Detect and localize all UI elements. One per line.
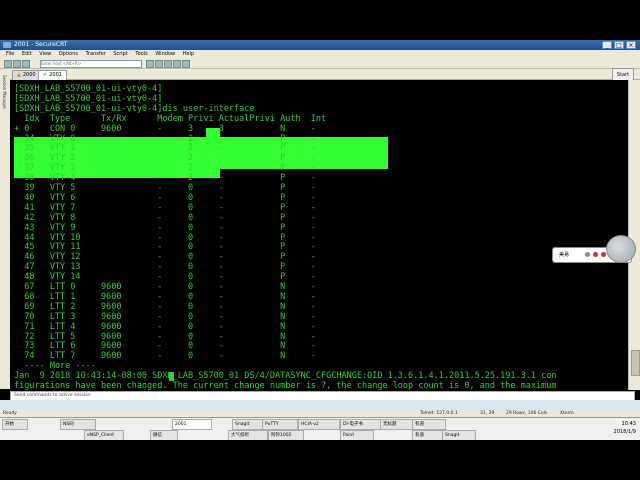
terminal-line: 44 VTY 10 - 0 - P - <box>14 232 316 243</box>
terminal-line: 36 VTY 2 - 2 - P - <box>14 153 316 164</box>
heart-icon[interactable] <box>601 252 606 257</box>
terminal-line: 69 LTT 2 9600 - 0 - N - <box>14 301 316 312</box>
menu-file[interactable]: File <box>6 51 14 57</box>
menu-edit[interactable]: Edit <box>22 51 32 57</box>
menu-tools[interactable]: Tools <box>135 51 147 57</box>
terminal-output[interactable]: [SDXH_LAB_S5700_01-ui-vty0-4] [SDXH_LAB_S… <box>10 80 628 390</box>
terminal-line: 68 LTT 1 9600 - 0 - N - <box>14 291 316 302</box>
pen-icon[interactable] <box>585 252 590 257</box>
menu-options[interactable]: Options <box>59 51 78 57</box>
tab-2001[interactable]: ✔ 2001 <box>38 70 67 80</box>
terminal-line: 34 VTY 0 - 2 - P - <box>14 133 316 144</box>
maximize-button[interactable]: □ <box>614 41 624 49</box>
bottom-letterbox <box>0 440 640 480</box>
mascot-icon[interactable] <box>606 235 636 263</box>
session-manager-label: Session Manager <box>2 75 7 110</box>
terminal-line: 72 LTT 5 9600 - 0 - N - <box>14 331 316 342</box>
tab-2000[interactable]: ▲ 2000 <box>12 70 41 80</box>
copy-icon[interactable] <box>146 60 154 68</box>
terminal-line: figurations have been changed. The curre… <box>14 381 557 390</box>
terminal-line: ---- More ---- <box>14 361 96 372</box>
terminal-line: 35 VTY 1 - 2 - P - <box>14 143 316 154</box>
terminal-line: [SDXH_LAB_S5700_01-ui-vty0-4] <box>14 84 163 94</box>
terminal-line: 73 LTT 6 9600 - 0 - N - <box>14 341 316 352</box>
terminal-line: 39 VTY 5 - 0 - P - <box>14 183 316 193</box>
quick-connect-icon[interactable] <box>13 60 21 68</box>
menu-window[interactable]: Window <box>155 51 175 57</box>
securecrt-icon <box>3 42 11 48</box>
status-emulation: Xterm <box>560 411 574 416</box>
terminal-line: 43 VTY 9 - 0 - P - <box>14 222 316 233</box>
record-icon[interactable] <box>593 252 598 257</box>
terminal-line: 37 VTY 3 - 2 - P - <box>14 163 316 174</box>
window-title: 2001 - SecureCRT <box>14 41 68 48</box>
paste-icon[interactable] <box>155 60 163 68</box>
menu-transfer[interactable]: Transfer <box>86 51 106 57</box>
check-icon: ✔ <box>43 72 48 78</box>
terminal-line: [SDXH_LAB_S5700_01-ui-vty0-4] <box>14 93 163 104</box>
floating-toolbar-label: 美易 <box>559 252 570 258</box>
terminal-line: Idx Type Tx/Rx Modem Privi ActualPrivi A… <box>14 113 327 124</box>
terminal-line: 40 VTY 6 - 0 - P - <box>14 192 316 203</box>
host-input[interactable]: Enter host <Alt+R> <box>40 60 142 68</box>
terminal-line: + 0 CON 0 9600 - 3 3 N - <box>14 123 316 134</box>
terminal-cursor <box>169 372 174 381</box>
menu-bar: File Edit View Options Transfer Script T… <box>0 50 640 59</box>
status-connection: Telnet: 127.0.0.1 <box>420 411 458 416</box>
window-bottom-area <box>0 400 640 410</box>
status-bar: Ready Telnet: 127.0.0.1 31, 29 29 Rows, … <box>0 410 640 417</box>
print-icon[interactable] <box>173 60 181 68</box>
clock-date: 2018/1/9 <box>613 429 636 435</box>
system-clock[interactable]: 10:43 2018/1/9 <box>614 420 636 436</box>
session-icon[interactable] <box>22 60 30 68</box>
menu-script[interactable]: Script <box>113 51 128 57</box>
scrollbar-thumb[interactable] <box>631 350 640 376</box>
clock-time: 10:43 <box>621 421 636 427</box>
taskbar: 开始 NS同 2001 Snagit PuTTY HCIA-v2 DI-电子书 … <box>0 417 640 441</box>
status-cursor-pos: 31, 29 <box>480 411 495 416</box>
terminal-line: 38 VTY 4 - 2 - P - <box>14 173 316 184</box>
close-button[interactable]: × <box>626 41 636 49</box>
menu-view[interactable]: View <box>39 51 51 57</box>
terminal-line: 45 VTY 11 - 0 - P - <box>14 242 316 253</box>
terminal-line: 71 LTT 4 9600 - 0 - N - <box>14 321 316 332</box>
terminal-line: 42 VTY 8 - 0 - P - <box>14 212 316 223</box>
menu-help[interactable]: Help <box>183 51 194 57</box>
status-ready: Ready <box>3 411 17 416</box>
terminal-line: 47 VTY 13 - 0 - P - <box>14 262 316 273</box>
terminal-scrollbar[interactable] <box>628 80 640 390</box>
terminal-line: 41 VTY 7 - 0 - P - <box>14 202 316 213</box>
terminal-line: 48 VTY 14 - 0 - P - <box>14 272 316 283</box>
status-size: 29 Rows, 106 Cols <box>506 411 548 416</box>
tab-bar: ▲ 2000 ✔ 2001 <box>10 69 640 80</box>
toolbar: Enter host <Alt+R> <box>0 59 640 69</box>
terminal-line: 67 LTT 0 9600 - 0 - N - <box>14 282 316 292</box>
terminal-line: 70 LTT 3 9600 - 0 - N - <box>14 311 316 322</box>
title-bar: 2001 - SecureCRT _ □ × <box>0 40 640 50</box>
warning-icon: ▲ <box>17 72 21 78</box>
connect-icon[interactable] <box>4 60 12 68</box>
terminal-line: 74 LTT 7 9600 - 0 - N - <box>14 351 316 362</box>
minimize-button[interactable]: _ <box>602 41 612 49</box>
top-letterbox <box>0 0 640 40</box>
find-icon[interactable] <box>164 60 172 68</box>
terminal-line: Jan 9 2018 10:43:14-08:00 SDXH_LAB_S5700… <box>14 371 557 382</box>
settings-icon[interactable] <box>182 60 190 68</box>
terminal-line: 46 VTY 12 - 0 - P - <box>14 252 316 263</box>
terminal-line: [SDXH_LAB_S5700_01-ui-vty0-4]dis user-in… <box>14 103 255 114</box>
